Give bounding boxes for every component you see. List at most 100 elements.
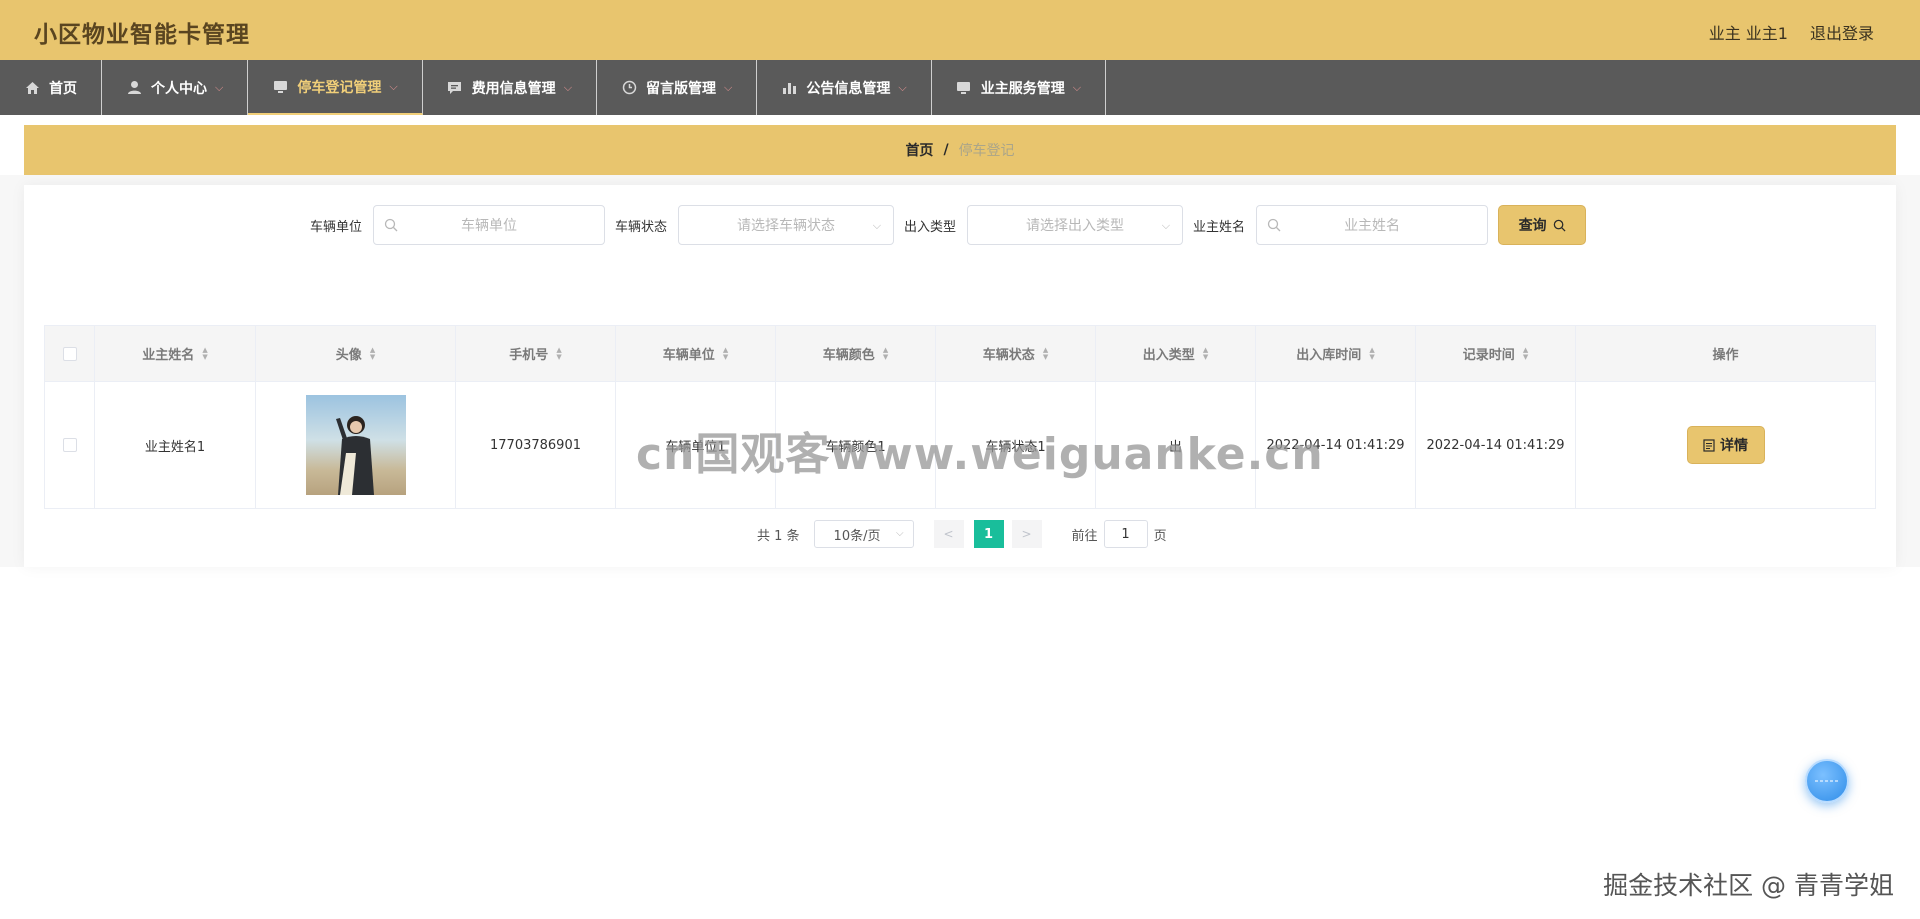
sort-icon[interactable]: ▲ ▼ — [370, 346, 375, 361]
column-header[interactable]: 头像 ▲ ▼ — [256, 326, 456, 381]
page-number-button[interactable]: 1 — [973, 520, 1004, 548]
vehicle-unit-input[interactable]: 车辆单位 — [373, 205, 606, 245]
search-icon — [1267, 218, 1281, 232]
monitor-icon — [956, 80, 972, 96]
select-all-cell — [45, 326, 95, 381]
nav-item-parking-management[interactable]: 停车登记管理 ⌵ — [248, 60, 423, 115]
column-header: 操作 — [1576, 326, 1875, 381]
cell-avatar — [256, 382, 456, 508]
vehicle-unit-placeholder: 车辆单位 — [461, 218, 518, 234]
access-type-select[interactable]: 请选择出入类型 ⌵ — [967, 205, 1184, 245]
detail-button[interactable]: 详情 — [1686, 426, 1765, 464]
document-icon — [1703, 438, 1715, 452]
column-header[interactable]: 业主姓名 ▲ ▼ — [95, 326, 256, 381]
bar-chart-icon — [781, 80, 797, 96]
avatar-person-figure — [335, 416, 374, 495]
column-title: 出入库时间 — [1296, 348, 1362, 363]
main-nav: 首页 个人中心 ⌵ 停车登记管理 ⌵ 费用信息管理 ⌵ 留言版管理 ⌵ 公告信息… — [0, 60, 1920, 115]
sort-icon[interactable]: ▲ ▼ — [1369, 346, 1374, 361]
search-label-vehicle-status: 车辆状态 — [615, 219, 668, 235]
nav-item-owner-service[interactable]: 业主服务管理 ⌵ — [932, 60, 1107, 115]
select-all-checkbox[interactable] — [62, 346, 77, 361]
query-button[interactable]: 查询 — [1498, 205, 1587, 245]
breadcrumb-separator: / — [943, 142, 949, 158]
floating-chat-button[interactable] — [1805, 759, 1849, 803]
app-title: 小区物业智能卡管理 — [34, 22, 250, 48]
goto-prefix: 前往 — [1071, 528, 1098, 544]
nav-label: 个人中心 — [151, 80, 207, 97]
logout-link[interactable]: 退出登录 — [1810, 20, 1874, 44]
cell-record-time: 2022-04-14 01:41:29 — [1416, 382, 1576, 508]
avatar[interactable] — [305, 395, 406, 495]
sort-icon[interactable]: ▲ ▼ — [883, 346, 888, 361]
column-title: 出入类型 — [1142, 348, 1195, 363]
page-size-select[interactable]: 10条/页 ⌵ — [813, 520, 914, 548]
nav-label: 公告信息管理 — [806, 80, 891, 97]
column-header[interactable]: 车辆颜色 ▲ ▼ — [776, 326, 936, 381]
chevron-down-icon: ⌵ — [389, 79, 398, 93]
column-header[interactable]: 车辆单位 ▲ ▼ — [616, 326, 776, 381]
column-title: 车辆状态 — [982, 348, 1035, 363]
query-button-label: 查询 — [1518, 218, 1547, 234]
sort-icon[interactable]: ▲ ▼ — [1523, 346, 1528, 361]
sort-icon[interactable]: ▲ ▼ — [1203, 346, 1208, 361]
search-label-owner-name: 业主姓名 — [1193, 219, 1246, 235]
column-header[interactable]: 手机号 ▲ ▼ — [456, 326, 616, 381]
owner-name-input[interactable]: 业主姓名 — [1256, 205, 1489, 245]
column-title: 车辆颜色 — [822, 348, 875, 363]
column-title: 手机号 — [509, 348, 549, 363]
column-title: 头像 — [335, 348, 362, 363]
chevron-down-icon: ⌵ — [872, 219, 882, 232]
page-size-value: 10条/页 — [833, 528, 881, 544]
access-type-placeholder: 请选择出入类型 — [1026, 218, 1125, 234]
column-header[interactable]: 记录时间 ▲ ▼ — [1416, 326, 1576, 381]
nav-label: 首页 — [49, 80, 77, 97]
owner-name-placeholder: 业主姓名 — [1344, 218, 1401, 234]
goto-page-input[interactable]: 1 — [1103, 520, 1148, 548]
column-title: 操作 — [1712, 348, 1739, 363]
chevron-down-icon: ⌵ — [895, 528, 904, 539]
clock-icon — [621, 80, 637, 96]
column-title: 业主姓名 — [142, 348, 195, 363]
column-title: 车辆单位 — [662, 348, 715, 363]
nav-item-personal-center[interactable]: 个人中心 ⌵ — [102, 60, 249, 115]
nav-item-home[interactable]: 首页 — [0, 60, 102, 115]
user-area: 业主 业主1 退出登录 — [1709, 20, 1874, 44]
nav-label: 费用信息管理 — [471, 80, 556, 97]
chevron-right-icon: > — [1021, 527, 1032, 541]
column-header[interactable]: 出入类型 ▲ ▼ — [1096, 326, 1256, 381]
sort-icon[interactable]: ▲ ▼ — [556, 346, 561, 361]
sort-icon[interactable]: ▲ ▼ — [1043, 346, 1048, 361]
chevron-down-icon: ⌵ — [1072, 80, 1082, 94]
sort-icon[interactable]: ▲ ▼ — [723, 346, 728, 361]
prev-page-button[interactable]: < — [933, 520, 964, 548]
monitor-icon — [272, 79, 288, 95]
center-watermark: cn国观客www.weiguanke.cn — [636, 429, 1324, 480]
vehicle-status-placeholder: 请选择车辆状态 — [737, 218, 836, 234]
current-user[interactable]: 业主 业主1 — [1709, 20, 1788, 44]
column-header[interactable]: 出入库时间 ▲ ▼ — [1256, 326, 1416, 381]
search-label-vehicle-unit: 车辆单位 — [310, 219, 363, 235]
row-checkbox[interactable] — [62, 438, 77, 452]
user-icon — [126, 80, 142, 96]
breadcrumb: 首页 / 停车登记 — [24, 125, 1896, 175]
home-icon — [24, 80, 40, 96]
chevron-down-icon: ⌵ — [898, 80, 907, 94]
column-header[interactable]: 车辆状态 ▲ ▼ — [936, 326, 1096, 381]
nav-item-message-board[interactable]: 留言版管理 ⌵ — [597, 60, 758, 115]
chevron-left-icon: < — [943, 527, 954, 541]
cell-phone: 17703786901 — [456, 382, 616, 508]
pagination: 共 1 条 10条/页 ⌵ < 1 > 前往 1 页 — [757, 520, 1167, 548]
nav-item-fee-management[interactable]: 费用信息管理 ⌵ — [423, 60, 598, 115]
nav-label: 停车登记管理 — [297, 79, 382, 96]
vehicle-status-select[interactable]: 请选择车辆状态 ⌵ — [678, 205, 895, 245]
next-page-button[interactable]: > — [1011, 520, 1042, 548]
breadcrumb-home[interactable]: 首页 — [905, 140, 933, 160]
cell-actions: 详情 — [1576, 382, 1875, 508]
nav-item-announcement[interactable]: 公告信息管理 ⌵ — [757, 60, 932, 115]
sort-icon[interactable]: ▲ ▼ — [202, 346, 207, 361]
goto-suffix: 页 — [1153, 528, 1167, 544]
chat-icon — [447, 80, 463, 96]
column-title: 记录时间 — [1462, 348, 1515, 363]
dots-icon — [1815, 780, 1839, 782]
